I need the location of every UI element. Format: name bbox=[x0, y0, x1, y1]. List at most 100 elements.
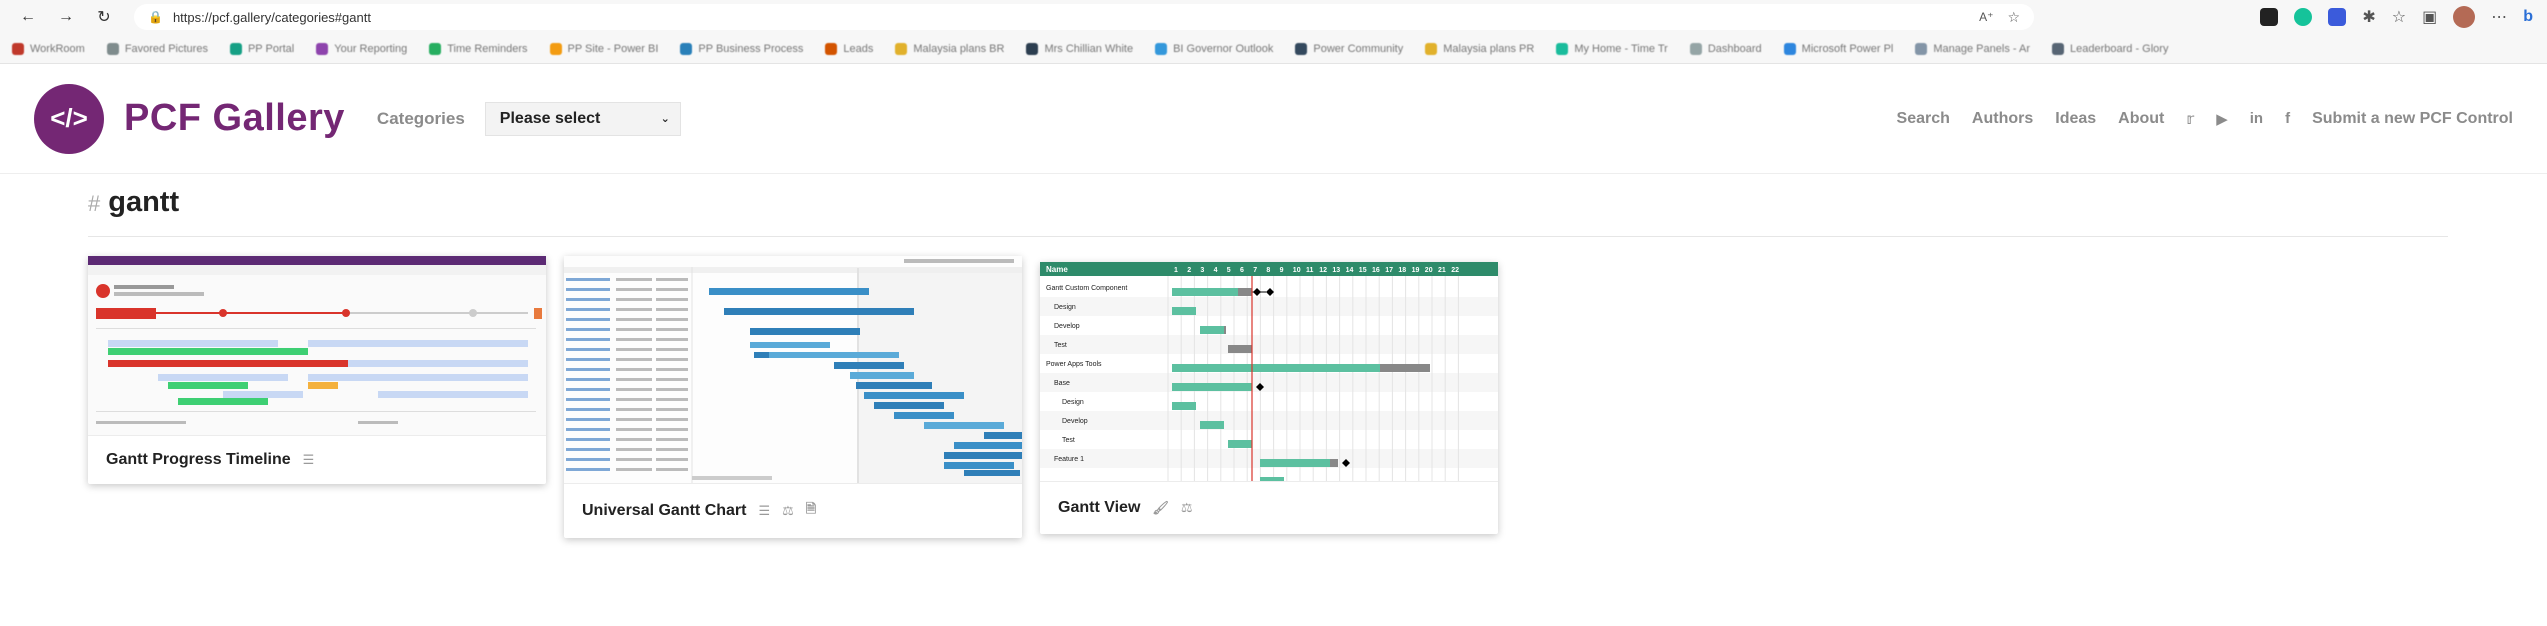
more-icon[interactable]: ⋯ bbox=[2491, 7, 2507, 27]
bookmark-label: Your Reporting bbox=[334, 42, 408, 55]
card-preview-image bbox=[564, 256, 1022, 484]
bookmark-item[interactable]: PP Business Process bbox=[680, 42, 803, 55]
nav-authors[interactable]: Authors bbox=[1972, 110, 2033, 128]
bookmark-item[interactable]: Leads bbox=[825, 42, 874, 55]
gantt-day-label: 10 bbox=[1293, 267, 1301, 274]
bookmark-label: Malaysia plans PR bbox=[1443, 42, 1535, 55]
bookmark-label: Manage Panels - Ar bbox=[1933, 42, 2030, 55]
gantt-header-name: Name bbox=[1046, 265, 1068, 274]
gantt-row-label: Feature 1 bbox=[1054, 456, 1084, 463]
preview-row-text bbox=[566, 408, 610, 411]
bookmark-item[interactable]: Manage Panels - Ar bbox=[1915, 42, 2030, 55]
brush-icon: 🖌 bbox=[1152, 500, 1169, 515]
bookmark-item[interactable]: PP Site - Power BI bbox=[549, 42, 658, 55]
bookmark-item[interactable]: My Home - Time Tr bbox=[1556, 42, 1668, 55]
bookmark-item[interactable]: Microsoft Power Pl bbox=[1783, 42, 1893, 55]
bookmark-item[interactable]: Leaderboard - Glory bbox=[2052, 42, 2168, 55]
bookmark-label: Leads bbox=[843, 42, 874, 55]
preview-row-text bbox=[616, 448, 652, 451]
card-title[interactable]: Gantt View bbox=[1058, 499, 1140, 517]
gantt-row-bg bbox=[1040, 411, 1498, 430]
favorites-icon[interactable]: ☆ bbox=[2392, 7, 2406, 27]
bookmark-favicon-icon bbox=[1783, 42, 1796, 55]
address-bar[interactable]: 🔒 https://pcf.gallery/categories#gantt A… bbox=[134, 4, 2034, 30]
bookmark-label: Favored Pictures bbox=[124, 42, 208, 55]
bookmark-item[interactable]: Dashboard bbox=[1689, 42, 1762, 55]
preview-row-text bbox=[566, 328, 610, 331]
bookmark-item[interactable]: Malaysia plans PR bbox=[1425, 42, 1535, 55]
twitter-icon[interactable]: 𝕣 bbox=[2186, 110, 2194, 128]
back-icon[interactable]: ← bbox=[14, 3, 42, 31]
bookmark-favicon-icon bbox=[1556, 42, 1569, 55]
bookmark-item[interactable]: Mrs Chillian White bbox=[1026, 42, 1133, 55]
list-icon: ☰ bbox=[758, 503, 771, 518]
gantt-row-label: Develop bbox=[1062, 418, 1088, 425]
nav-about[interactable]: About bbox=[2118, 110, 2164, 128]
nav-search[interactable]: Search bbox=[1897, 110, 1950, 128]
extension-icon[interactable] bbox=[2328, 8, 2347, 26]
preview-row-text bbox=[566, 288, 610, 291]
gantt-row-bg bbox=[1040, 335, 1498, 354]
bookmark-item[interactable]: BI Governor Outlook bbox=[1155, 42, 1274, 55]
gantt-day-label: 17 bbox=[1385, 267, 1393, 274]
avatar[interactable] bbox=[2453, 6, 2476, 28]
bookmark-favicon-icon bbox=[316, 42, 329, 55]
preview-row-text bbox=[616, 368, 652, 371]
gantt-row-bg bbox=[1040, 373, 1498, 392]
gantt-row-label: Power Apps Tools bbox=[1046, 361, 1102, 368]
hash-symbol: # bbox=[88, 191, 101, 216]
preview-row-text bbox=[656, 448, 688, 451]
forward-icon[interactable]: → bbox=[52, 3, 80, 31]
control-card[interactable]: Gantt Progress Timeline ☰ bbox=[88, 256, 546, 484]
nav-submit[interactable]: Submit a new PCF Control bbox=[2312, 110, 2513, 128]
bookmark-item[interactable]: Favored Pictures bbox=[106, 42, 208, 55]
control-card[interactable]: Universal Gantt Chart ☰ ⚖ 🗎 bbox=[564, 256, 1022, 538]
gantt-day-label: 8 bbox=[1266, 267, 1270, 274]
gantt-day-label: 9 bbox=[1280, 267, 1284, 274]
bookmark-label: Malaysia plans BR bbox=[913, 42, 1005, 55]
preview-row-text bbox=[656, 388, 688, 391]
extension-icon[interactable] bbox=[2260, 8, 2279, 26]
grammarly-icon[interactable] bbox=[2294, 8, 2313, 26]
control-card[interactable]: Name 1 2 3 4 5 6 7 8 9 10 11 12 13 14 15 16 17 18 19 20 21 22… bbox=[1040, 262, 1498, 534]
site-logo-text[interactable]: PCF Gallery bbox=[124, 97, 345, 140]
bing-icon[interactable]: b bbox=[2523, 8, 2533, 26]
gantt-day-label: 19 bbox=[1412, 267, 1420, 274]
bookmark-item[interactable]: Power Community bbox=[1295, 42, 1403, 55]
category-select[interactable]: Please select ⌄ bbox=[484, 101, 681, 136]
gantt-row-bg bbox=[1040, 430, 1498, 449]
gantt-row-bg bbox=[1040, 316, 1498, 335]
reload-icon[interactable]: ↻ bbox=[90, 3, 118, 31]
gantt-row-bg bbox=[1040, 297, 1498, 316]
bookmark-item[interactable]: PP Portal bbox=[229, 42, 294, 55]
favorite-icon[interactable]: ☆ bbox=[2007, 9, 2020, 26]
read-aloud-icon[interactable]: A⁺ bbox=[1979, 10, 1993, 24]
bookmark-item[interactable]: Your Reporting bbox=[316, 42, 408, 55]
card-title[interactable]: Universal Gantt Chart bbox=[582, 502, 746, 520]
chevron-down-icon: ⌄ bbox=[660, 113, 670, 125]
preview-row-text bbox=[616, 428, 652, 431]
collections-icon[interactable]: ▣ bbox=[2422, 7, 2437, 27]
linkedin-icon[interactable]: in bbox=[2250, 110, 2263, 127]
puzzle-icon[interactable]: ✱ bbox=[2362, 7, 2375, 27]
preview-row-text bbox=[656, 348, 688, 351]
gantt-day-label: 3 bbox=[1200, 267, 1204, 274]
bookmark-item[interactable]: Malaysia plans BR bbox=[895, 42, 1005, 55]
nav-ideas[interactable]: Ideas bbox=[2055, 110, 2096, 128]
facebook-icon[interactable]: f bbox=[2285, 110, 2290, 127]
gantt-row-label: Base bbox=[1054, 380, 1070, 387]
page-heading: gantt bbox=[108, 186, 180, 218]
bookmark-item[interactable]: WorkRoom bbox=[12, 42, 85, 55]
preview-row-text bbox=[656, 408, 688, 411]
preview-row-text bbox=[566, 458, 610, 461]
nav-categories[interactable]: Categories bbox=[377, 109, 465, 129]
preview-row-text bbox=[656, 298, 688, 301]
card-title[interactable]: Gantt Progress Timeline bbox=[106, 451, 291, 469]
bookmark-label: BI Governor Outlook bbox=[1173, 42, 1274, 55]
youtube-icon[interactable]: ▶ bbox=[2216, 110, 2228, 128]
gantt-day-label: 18 bbox=[1398, 267, 1406, 274]
gantt-day-label: 22 bbox=[1451, 267, 1459, 274]
bookmark-item[interactable]: Time Reminders bbox=[429, 42, 528, 55]
code-logo-icon[interactable]: </> bbox=[34, 83, 104, 154]
gantt-row-label: Design bbox=[1062, 399, 1084, 406]
